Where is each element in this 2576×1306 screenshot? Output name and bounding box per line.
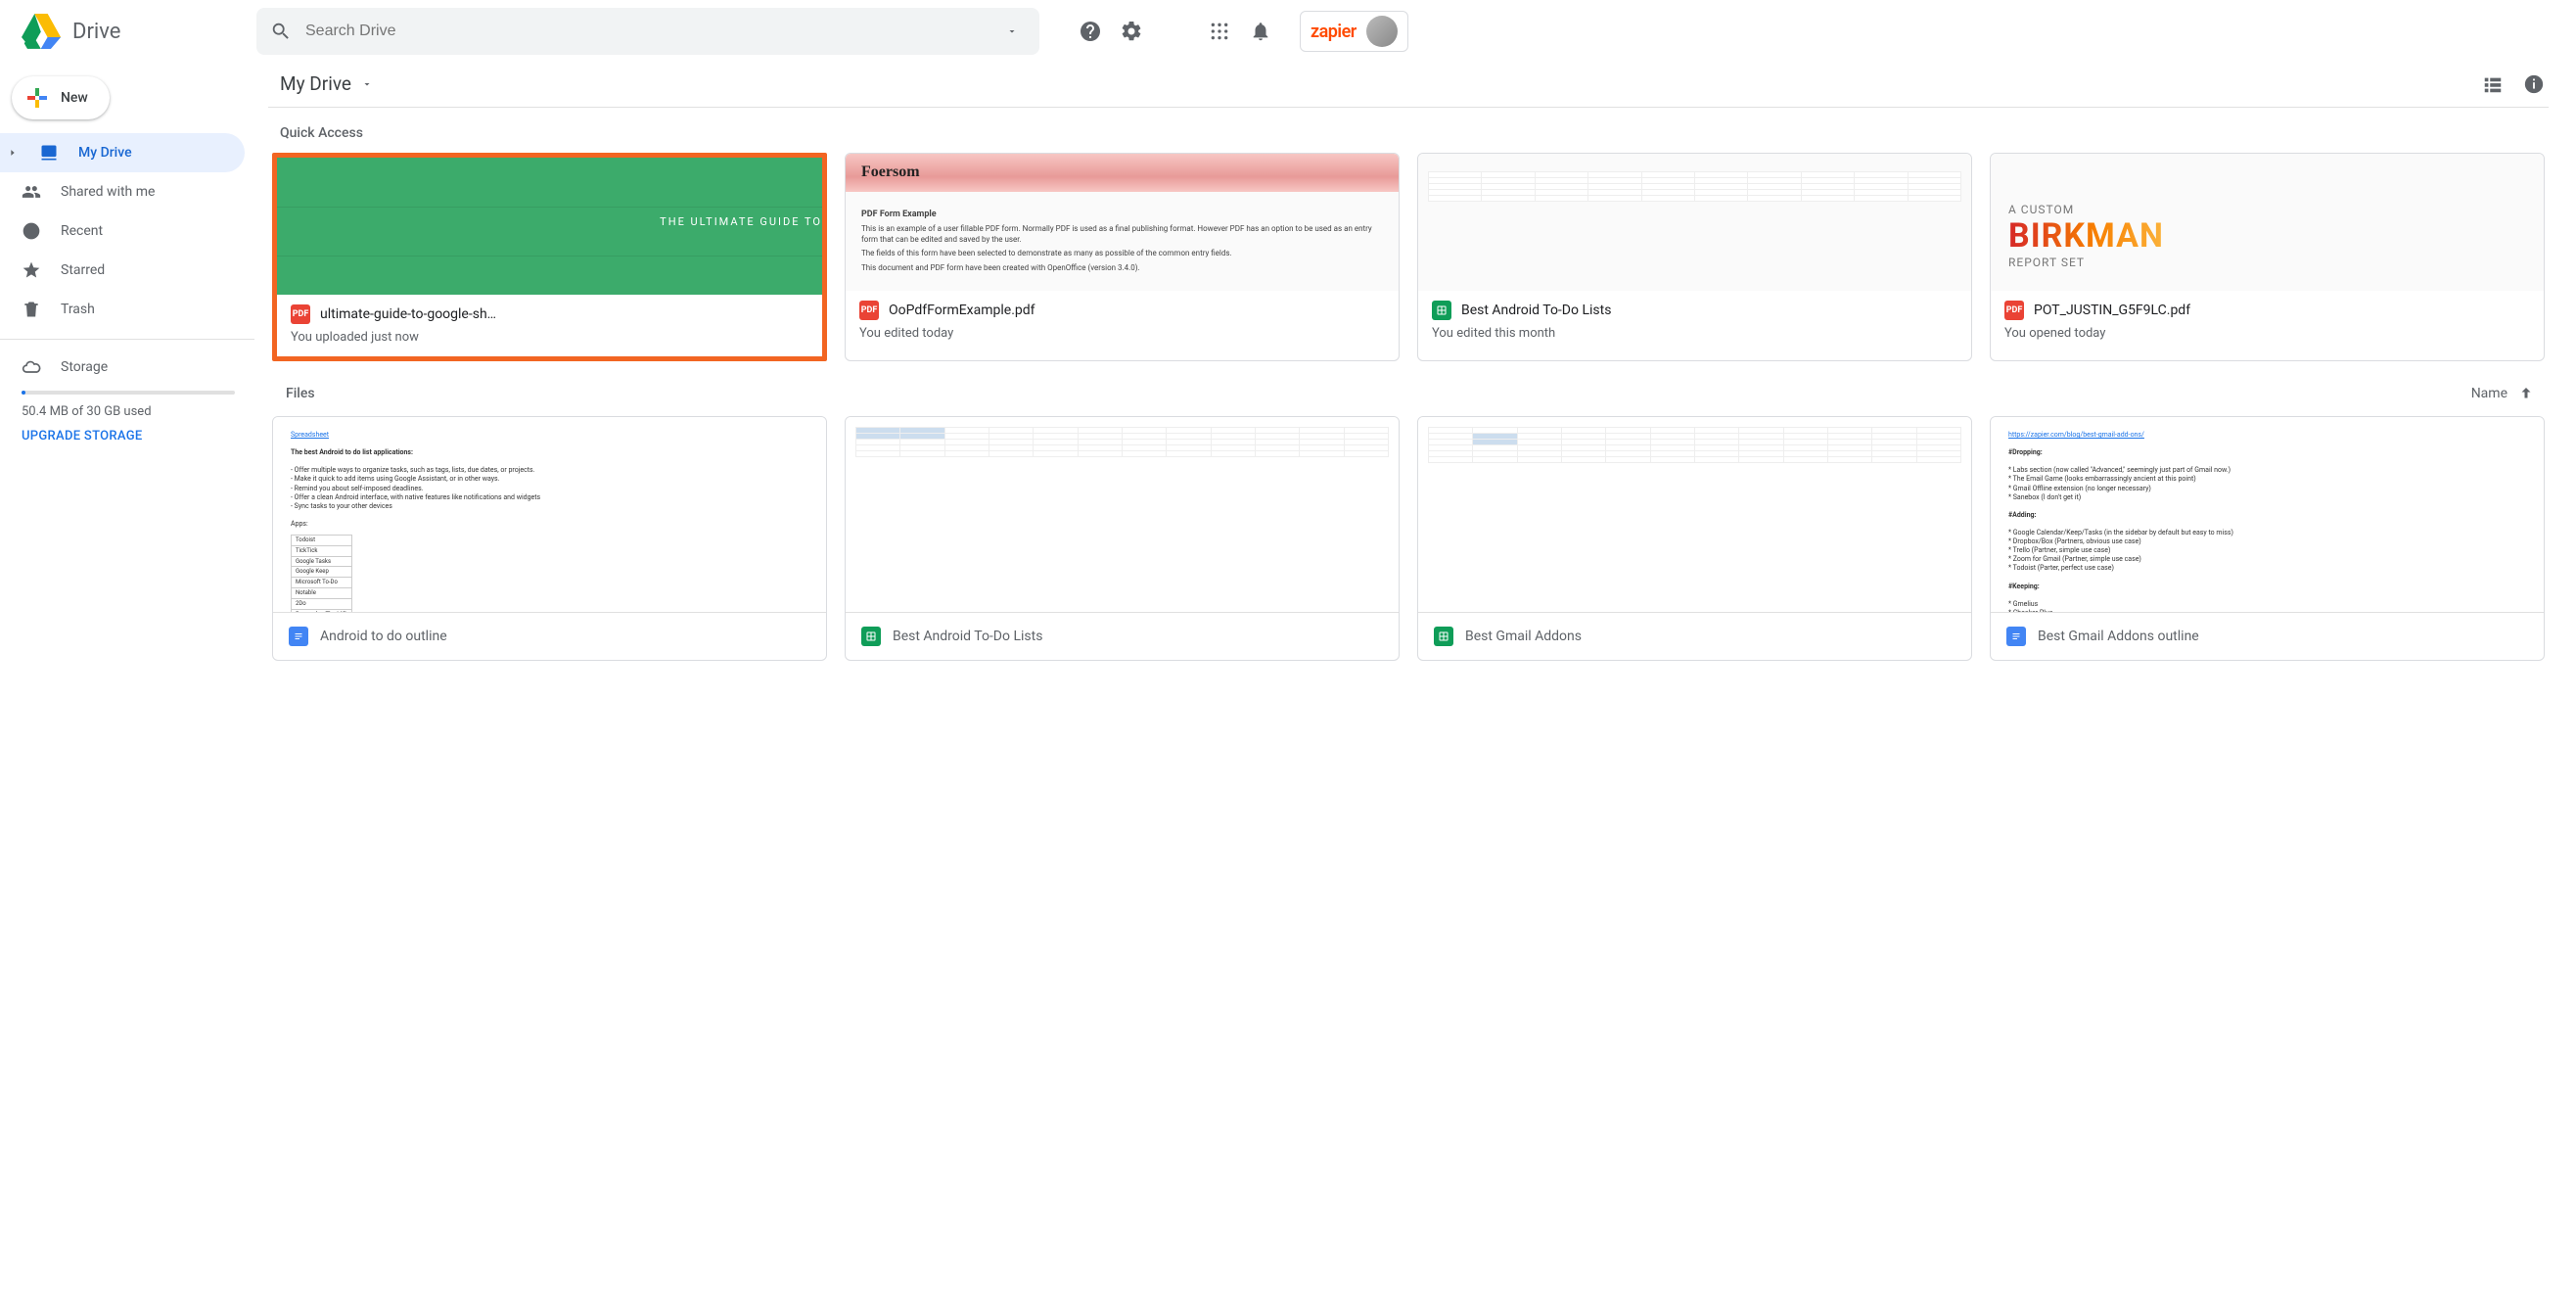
storage-label-text: Storage — [61, 359, 108, 375]
sidebar-item-starred[interactable]: Starred — [0, 251, 245, 290]
file-card[interactable]: Best Android To-Do Lists — [845, 416, 1400, 661]
file-thumbnail — [1418, 154, 1971, 291]
sheets-icon — [1432, 301, 1451, 320]
search-bar[interactable] — [256, 8, 1039, 55]
sidebar-item-label: Trash — [61, 302, 95, 317]
storage-usage-text: 50.4 MB of 30 GB used — [22, 404, 235, 419]
file-thumbnail — [1418, 417, 1971, 613]
file-name: Best Android To-Do Lists — [893, 629, 1042, 644]
zapier-label: zapier — [1311, 22, 1357, 42]
file-name: Best Android To-Do Lists — [1461, 303, 1611, 318]
files-heading: Files — [272, 386, 315, 401]
docs-icon — [289, 627, 308, 646]
user-avatar[interactable] — [1366, 16, 1398, 47]
pdf-icon: PDF — [2004, 301, 2024, 320]
settings-gear-icon[interactable] — [1120, 20, 1143, 43]
file-name: Best Gmail Addons outline — [2038, 629, 2199, 644]
sidebar-divider — [0, 339, 254, 340]
sidebar-item-trash[interactable]: Trash — [0, 290, 245, 329]
search-options-dropdown-icon[interactable] — [998, 25, 1026, 37]
file-name: ultimate-guide-to-google-sh… — [320, 306, 496, 322]
file-subtext: You opened today — [2004, 326, 2530, 341]
sidebar-item-label: Starred — [61, 262, 105, 278]
sidebar-item-recent[interactable]: Recent — [0, 211, 245, 251]
upgrade-storage-link[interactable]: UPGRADE STORAGE — [22, 429, 235, 443]
drive-logo-icon — [22, 12, 61, 51]
star-icon — [22, 260, 41, 280]
docs-icon — [2006, 627, 2026, 646]
file-thumbnail: https://zapier.com/blog/best-gmail-add-o… — [1991, 417, 2544, 613]
quick-access-card[interactable]: Best Android To-Do Lists You edited this… — [1417, 153, 1972, 361]
shared-icon — [22, 182, 41, 202]
list-view-icon[interactable] — [2482, 73, 2504, 95]
quick-access-card[interactable]: THE ULTIMATE GUIDE TO PDF ultimate-guide… — [272, 153, 827, 361]
zapier-account-badge[interactable]: zapier — [1300, 11, 1408, 52]
new-button[interactable]: New — [12, 76, 110, 119]
app-name: Drive — [72, 20, 120, 44]
mydrive-icon — [39, 143, 59, 163]
file-card[interactable]: Best Gmail Addons — [1417, 416, 1972, 661]
file-thumbnail — [846, 417, 1399, 613]
breadcrumb-root: My Drive — [280, 72, 351, 95]
apps-grid-icon[interactable] — [1208, 20, 1231, 43]
sidebar-item-label: Recent — [61, 223, 103, 239]
search-input[interactable] — [305, 23, 998, 40]
sidebar-item-label: My Drive — [78, 145, 132, 161]
quick-access-card[interactable]: Foersom PDF Form Example This is an exam… — [845, 153, 1400, 361]
file-subtext: You uploaded just now — [291, 330, 808, 345]
pdf-icon: PDF — [291, 304, 310, 324]
expand-caret-icon[interactable] — [8, 148, 20, 158]
recent-clock-icon — [22, 221, 41, 241]
sidebar: New My Drive Shared with me Recent Starr… — [0, 63, 254, 680]
file-thumbnail: A CUSTOM BIRKMAN REPORT SET — [1991, 154, 2544, 291]
new-button-label: New — [61, 90, 88, 106]
storage-usage-bar — [22, 391, 235, 395]
file-thumbnail: Spreadsheet The best Android to do list … — [273, 417, 826, 613]
file-card[interactable]: https://zapier.com/blog/best-gmail-add-o… — [1990, 416, 2545, 661]
sort-label: Name — [2471, 386, 2507, 401]
sidebar-item-mydrive[interactable]: My Drive — [0, 133, 245, 172]
file-card[interactable]: Spreadsheet The best Android to do list … — [272, 416, 827, 661]
sheets-icon — [861, 627, 881, 646]
file-thumbnail: Foersom PDF Form Example This is an exam… — [846, 154, 1399, 291]
sidebar-item-shared[interactable]: Shared with me — [0, 172, 245, 211]
cloud-icon — [22, 357, 41, 377]
quick-access-heading: Quick Access — [280, 125, 2549, 141]
sidebar-item-storage[interactable]: Storage — [22, 357, 235, 377]
breadcrumb-dropdown-icon[interactable] — [361, 78, 373, 90]
plus-icon — [25, 86, 49, 110]
sheets-icon — [1434, 627, 1453, 646]
search-icon — [270, 21, 292, 42]
trash-icon — [22, 300, 41, 319]
notifications-bell-icon[interactable] — [1249, 20, 1272, 43]
details-info-icon[interactable] — [2523, 73, 2545, 95]
file-name: Android to do outline — [320, 629, 447, 644]
breadcrumb[interactable]: My Drive — [280, 72, 373, 95]
file-subtext: You edited today — [859, 326, 1385, 341]
help-icon[interactable] — [1079, 20, 1102, 43]
sidebar-item-label: Shared with me — [61, 184, 155, 200]
sort-by-name[interactable]: Name — [2471, 385, 2545, 402]
file-subtext: You edited this month — [1432, 326, 1957, 341]
pdf-icon: PDF — [859, 301, 879, 320]
file-thumbnail: THE ULTIMATE GUIDE TO — [277, 158, 822, 295]
sort-ascending-arrow-icon[interactable] — [2517, 385, 2535, 402]
file-name: POT_JUSTIN_G5F9LC.pdf — [2034, 303, 2190, 318]
file-name: Best Gmail Addons — [1465, 629, 1582, 644]
quick-access-card[interactable]: A CUSTOM BIRKMAN REPORT SET PDF POT_JUST… — [1990, 153, 2545, 361]
drive-logo-section[interactable]: Drive — [12, 12, 256, 51]
file-name: OoPdfFormExample.pdf — [889, 303, 1035, 318]
